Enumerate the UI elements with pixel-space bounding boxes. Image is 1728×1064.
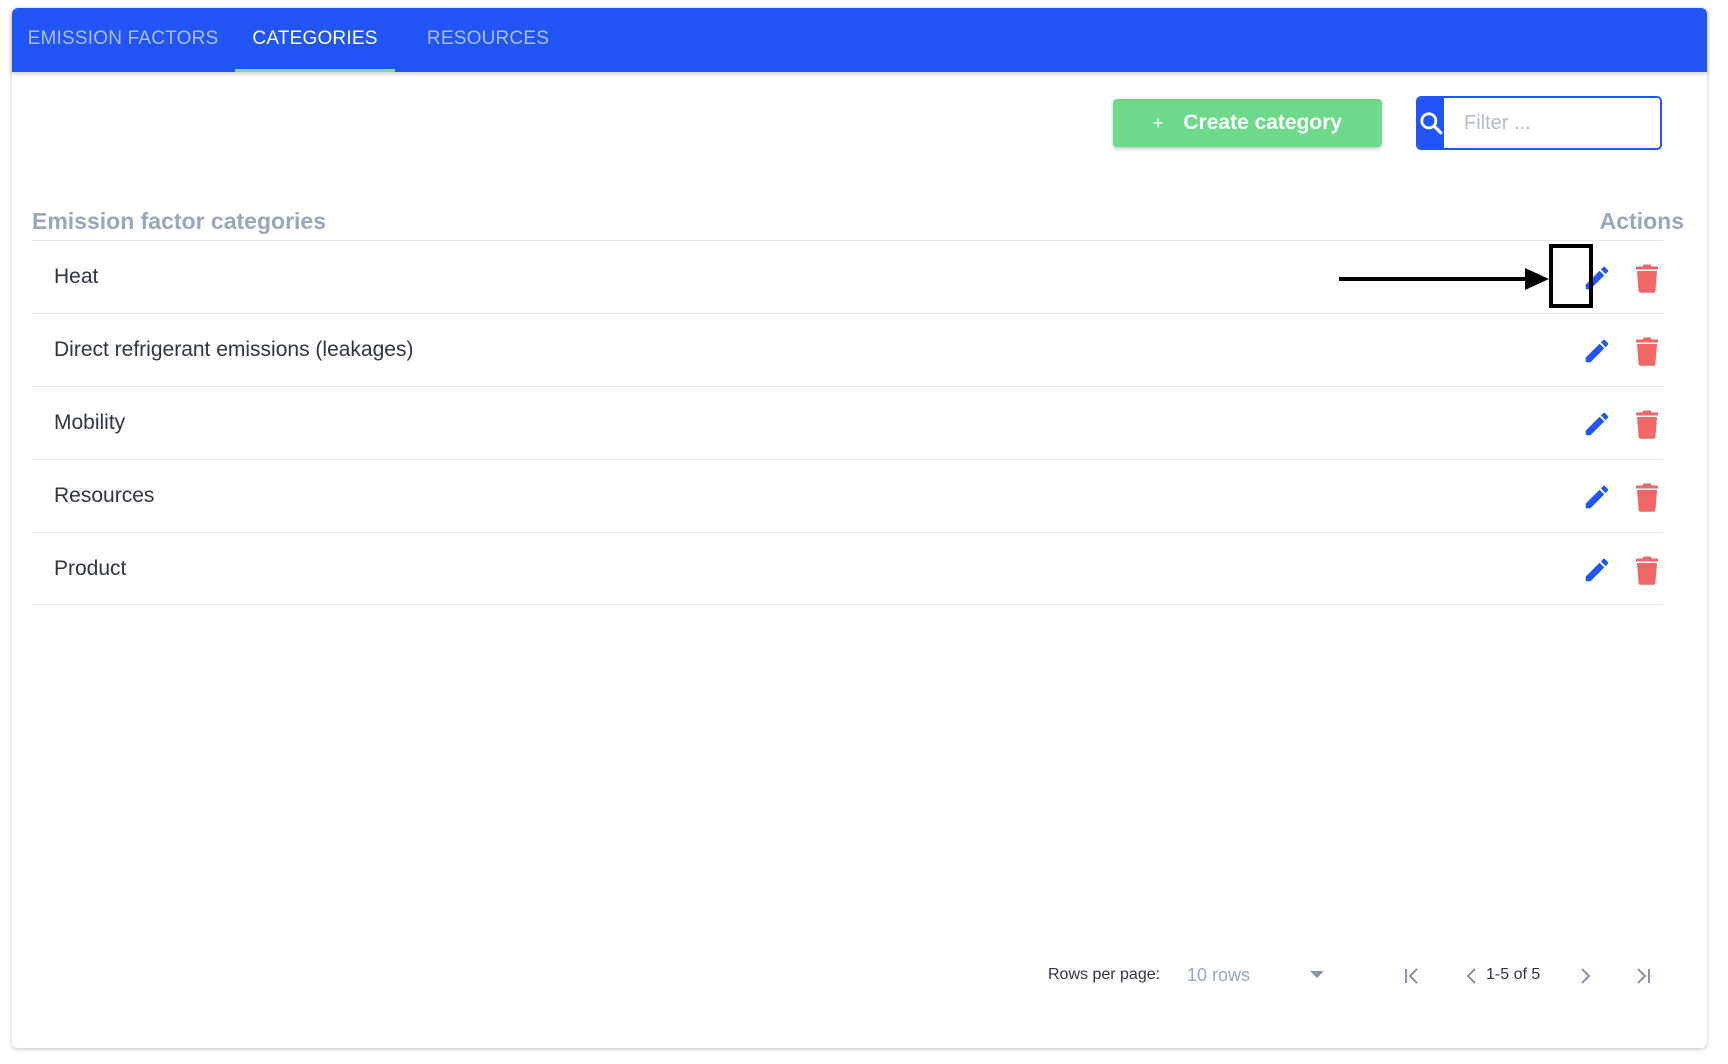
page-info: 1-5 of 5: [1486, 966, 1541, 983]
last-page-icon[interactable]: [1631, 964, 1655, 988]
tab-categories[interactable]: CATEGORIES: [235, 8, 395, 72]
plus-icon: +: [1152, 112, 1164, 133]
caret-down-icon: [1310, 971, 1324, 978]
edit-icon[interactable]: [1582, 409, 1612, 439]
delete-icon[interactable]: [1635, 555, 1659, 585]
category-name: Product: [54, 557, 127, 580]
table-row: Product: [32, 532, 1663, 605]
rows-per-page-label: Rows per page:: [1048, 966, 1161, 983]
previous-page-icon[interactable]: [1460, 964, 1484, 988]
category-name: Resources: [54, 484, 155, 507]
first-page-icon[interactable]: [1400, 964, 1424, 988]
delete-icon[interactable]: [1635, 409, 1659, 439]
create-category-label: Create category: [1183, 111, 1343, 134]
annotation-arrow-head: [1525, 268, 1549, 290]
filter-input[interactable]: [1444, 98, 1660, 148]
delete-icon[interactable]: [1635, 336, 1659, 366]
rows-per-page-select[interactable]: 10 rows: [1187, 960, 1334, 990]
column-header-actions: Actions: [1599, 208, 1684, 234]
categories-table: Heat Direct refrigerant emissions (leaka…: [32, 240, 1663, 605]
search-icon: [1420, 112, 1443, 135]
create-category-button[interactable]: + Create category: [1113, 99, 1382, 147]
edit-icon[interactable]: [1582, 336, 1612, 366]
category-name: Heat: [54, 265, 99, 288]
table-row: Direct refrigerant emissions (leakages): [32, 313, 1663, 386]
category-name: Mobility: [54, 411, 126, 434]
next-page-icon[interactable]: [1573, 964, 1597, 988]
filter-search: [1416, 96, 1662, 150]
search-button[interactable]: [1418, 98, 1444, 148]
tab-bar: EMISSION FACTORS CATEGORIES RESOURCES: [12, 8, 1707, 72]
table-row: Mobility: [32, 386, 1663, 459]
delete-icon[interactable]: [1635, 263, 1659, 293]
edit-icon[interactable]: [1582, 555, 1612, 585]
annotation-arrow: [1339, 277, 1529, 281]
column-header-categories: Emission factor categories: [32, 208, 326, 234]
delete-icon[interactable]: [1635, 482, 1659, 512]
tab-resources[interactable]: RESOURCES: [413, 8, 563, 72]
table-row: Resources: [32, 459, 1663, 532]
rows-per-page-value: 10 rows: [1187, 965, 1251, 985]
annotation-highlight-box: [1549, 244, 1593, 308]
category-name: Direct refrigerant emissions (leakages): [54, 338, 414, 361]
edit-icon[interactable]: [1582, 482, 1612, 512]
tab-emission-factors[interactable]: EMISSION FACTORS: [23, 8, 223, 72]
